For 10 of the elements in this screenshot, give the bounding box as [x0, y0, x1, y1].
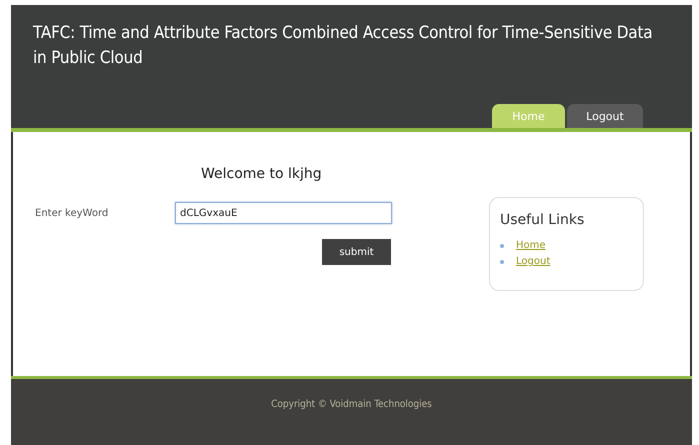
keyword-input[interactable]: dCLGvxauE: [175, 202, 392, 224]
keyword-label: Enter keyWord: [35, 208, 110, 218]
bullet-icon: [500, 260, 504, 264]
welcome-heading: Welcome to lkjhg: [201, 166, 322, 182]
copyright-text: Copyright © Voidmain Technologies: [271, 399, 432, 410]
links-title: Useful Links: [500, 212, 586, 228]
site-title: TAFC: Time and Attribute Factors Combined Access Control for Time-Sensitive Data in Public Cloud: [32, 22, 654, 70]
submit-button[interactable]: submit: [322, 239, 391, 265]
nav-tab[interactable]: Logout: [567, 104, 643, 128]
bullet-icon: [500, 244, 504, 248]
